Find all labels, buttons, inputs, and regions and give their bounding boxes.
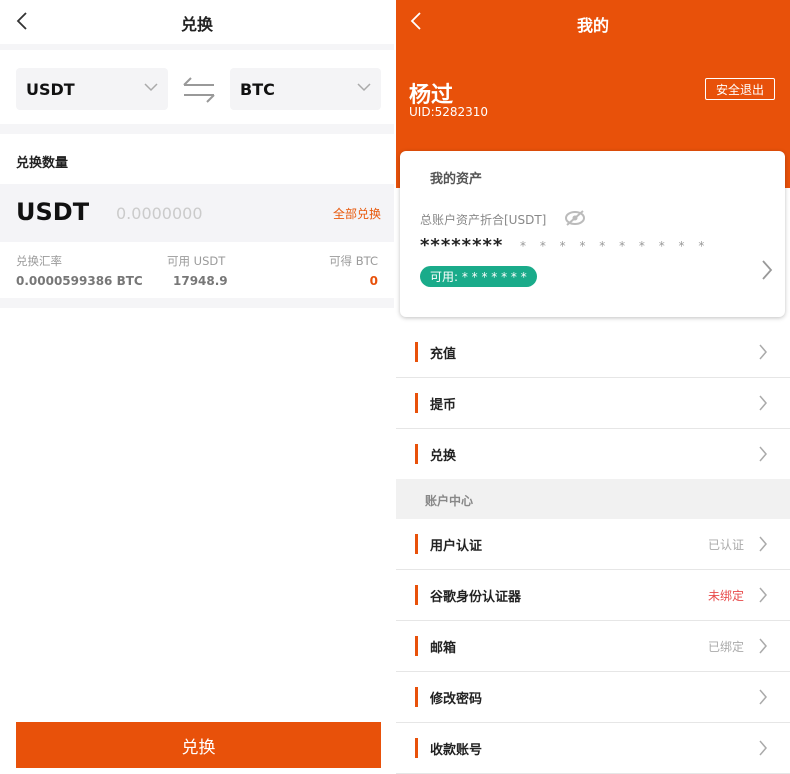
chevron-right-icon <box>759 446 767 462</box>
menu-item-google-authenticator[interactable]: 谷歌身份认证器 未绑定 <box>396 570 790 621</box>
assets-secondary-masked: * * * * * * * * * * <box>520 239 710 253</box>
page-title: 兑换 <box>180 15 213 34</box>
menu-item-label: 用户认证 <box>430 539 483 554</box>
amount-section: 兑换数量 USDT 全部兑换 兑换汇率 可用 USDT 可得 BTC 0.000… <box>0 134 394 298</box>
chevron-right-icon <box>762 260 773 280</box>
menu-item-payment-account[interactable]: 收款账号 <box>396 723 790 774</box>
menu-accent-bar <box>415 393 418 413</box>
menu-item-label: 修改密码 <box>430 692 483 707</box>
chevron-down-icon <box>357 83 371 92</box>
menu-item-label: 充值 <box>430 347 457 362</box>
eye-hidden-icon[interactable] <box>564 209 586 227</box>
section-title: 账户中心 <box>425 494 474 508</box>
menu-item-exchange[interactable]: 兑换 <box>396 429 790 480</box>
menu-accent-bar <box>415 534 418 554</box>
receive-label: 可得 BTC <box>329 254 378 268</box>
exchange-empty-area <box>0 308 394 774</box>
coin-pair-selector: USDT BTC <box>0 50 394 124</box>
menu-item-status: 已认证 <box>707 538 744 552</box>
menu-item-label: 邮箱 <box>430 641 457 656</box>
assets-card[interactable]: 我的资产 总账户资产折合[USDT] ******** * * * * * * … <box>400 151 785 317</box>
exchange-screen: 兑换 USDT BTC 兑换数量 USDT 全部兑换 兑换汇率 可用 USDT … <box>0 0 394 774</box>
chevron-right-icon <box>759 740 767 756</box>
menu-item-user-verification[interactable]: 用户认证 已认证 <box>396 519 790 570</box>
amount-coin: USDT <box>16 198 90 226</box>
exchange-header: 兑换 <box>0 0 394 44</box>
chevron-right-icon <box>759 395 767 411</box>
chevron-right-icon <box>759 638 767 654</box>
menu-item-label: 提币 <box>430 398 457 413</box>
available-value: 17948.9 <box>173 274 228 288</box>
from-coin-value: USDT <box>26 80 75 99</box>
submit-exchange-button[interactable]: 兑换 <box>16 722 381 768</box>
menu-accent-bar <box>415 636 418 656</box>
chevron-down-icon <box>144 83 158 92</box>
available-badge: 可用: * * * * * * * <box>420 266 537 287</box>
menu-item-status: 未绑定 <box>707 589 744 603</box>
menu-item-status: 已绑定 <box>707 640 744 654</box>
assets-total-masked: ******** <box>420 235 504 256</box>
available-label: 可用 USDT <box>167 254 226 268</box>
swap-icon[interactable] <box>182 76 216 104</box>
menu-item-label: 兑换 <box>430 449 457 464</box>
account-center-header: 账户中心 <box>396 479 790 519</box>
exchange-all-button[interactable]: 全部兑换 <box>333 205 381 222</box>
rate-value: 0.0000599386 BTC <box>16 274 143 288</box>
menu-item-withdraw[interactable]: 提币 <box>396 378 790 429</box>
user-uid: UID:5282310 <box>409 105 489 119</box>
chevron-right-icon <box>759 344 767 360</box>
receive-value: 0 <box>369 274 378 288</box>
page-title: 我的 <box>576 16 609 35</box>
menu-accent-bar <box>415 687 418 707</box>
amount-input[interactable] <box>116 202 296 224</box>
menu-accent-bar <box>415 444 418 464</box>
menu-accent-bar <box>415 585 418 605</box>
assets-subtitle: 总账户资产折合[USDT] <box>420 213 547 227</box>
amount-input-row: USDT 全部兑换 <box>0 184 394 242</box>
menu-item-email[interactable]: 邮箱 已绑定 <box>396 621 790 672</box>
assets-title: 我的资产 <box>430 172 483 187</box>
chevron-right-icon <box>759 536 767 552</box>
to-coin-select[interactable]: BTC <box>230 68 381 110</box>
menu-item-deposit[interactable]: 充值 <box>396 327 790 378</box>
menu-item-label: 收款账号 <box>430 743 483 758</box>
to-coin-value: BTC <box>240 80 275 99</box>
logout-button[interactable]: 安全退出 <box>705 78 775 100</box>
profile-screen: 我的 杨过 UID:5282310 安全退出 我的资产 总账户资产折合[USDT… <box>396 0 790 774</box>
from-coin-select[interactable]: USDT <box>16 68 168 110</box>
menu-item-label: 谷歌身份认证器 <box>430 590 522 605</box>
chevron-right-icon <box>759 689 767 705</box>
menu-item-change-password[interactable]: 修改密码 <box>396 672 790 723</box>
amount-title: 兑换数量 <box>16 156 69 171</box>
chevron-right-icon <box>759 587 767 603</box>
menu-accent-bar <box>415 342 418 362</box>
menu-accent-bar <box>415 738 418 758</box>
rate-label: 兑换汇率 <box>16 254 62 268</box>
